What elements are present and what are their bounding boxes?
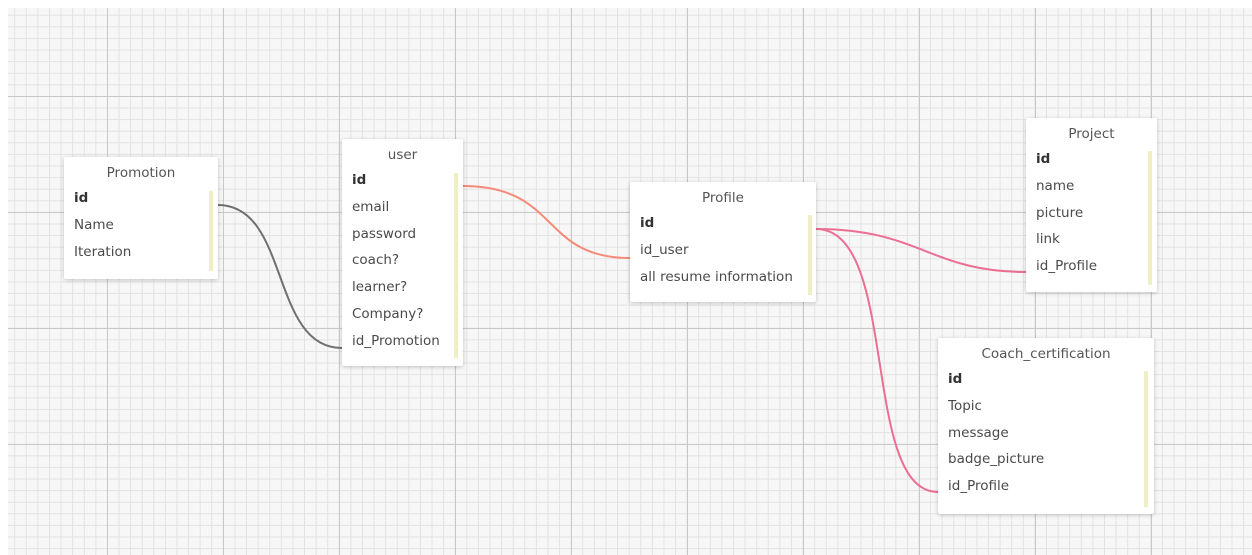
- table-project[interactable]: Project id name picture link id_Profile: [1026, 118, 1157, 292]
- field-row[interactable]: name: [1036, 173, 1157, 200]
- table-title: Promotion: [106, 165, 176, 181]
- field-row[interactable]: message: [948, 420, 1154, 447]
- table-title: Profile: [702, 190, 744, 206]
- field-row[interactable]: Topic: [948, 393, 1154, 420]
- field-list: id email password coach? learner? Compan…: [342, 167, 463, 355]
- field-row[interactable]: id: [352, 167, 463, 194]
- table-coach-certification[interactable]: Coach_certification id Topic message bad…: [938, 338, 1154, 514]
- table-promotion[interactable]: Promotion id Name Iteration: [64, 157, 218, 279]
- field-row[interactable]: id_Promotion: [352, 328, 463, 355]
- field-row[interactable]: id: [74, 185, 218, 212]
- field-row[interactable]: email: [352, 194, 463, 221]
- table-title: user: [387, 147, 418, 163]
- field-row[interactable]: id_Profile: [948, 473, 1154, 500]
- table-title: Coach_certification: [981, 346, 1111, 362]
- field-row[interactable]: all resume information: [640, 264, 816, 291]
- field-row[interactable]: id_user: [640, 237, 816, 264]
- field-row[interactable]: badge_picture: [948, 446, 1154, 473]
- field-scrollbar[interactable]: [808, 215, 812, 295]
- field-row[interactable]: id: [948, 366, 1154, 393]
- field-row[interactable]: id: [640, 210, 816, 237]
- field-list: id name picture link id_Profile: [1026, 146, 1157, 280]
- table-user[interactable]: user id email password coach? learner? C…: [342, 139, 463, 366]
- field-list: id Topic message badge_picture id_Profil…: [938, 366, 1154, 500]
- field-row[interactable]: coach?: [352, 247, 463, 274]
- field-list: id id_user all resume information: [630, 210, 816, 290]
- field-row[interactable]: learner?: [352, 274, 463, 301]
- table-profile[interactable]: Profile id id_user all resume informatio…: [630, 182, 816, 302]
- field-row[interactable]: password: [352, 221, 463, 248]
- field-row[interactable]: id_Profile: [1036, 253, 1157, 280]
- field-scrollbar[interactable]: [1144, 371, 1148, 507]
- field-row[interactable]: Iteration: [74, 239, 218, 266]
- field-row[interactable]: Company?: [352, 301, 463, 328]
- field-scrollbar[interactable]: [454, 173, 458, 358]
- field-list: id Name Iteration: [64, 185, 218, 265]
- field-scrollbar[interactable]: [209, 191, 213, 271]
- field-row[interactable]: picture: [1036, 200, 1157, 227]
- field-scrollbar[interactable]: [1148, 151, 1152, 285]
- field-row[interactable]: id: [1036, 146, 1157, 173]
- field-row[interactable]: Name: [74, 212, 218, 239]
- field-row[interactable]: link: [1036, 226, 1157, 253]
- table-title: Project: [1068, 126, 1115, 142]
